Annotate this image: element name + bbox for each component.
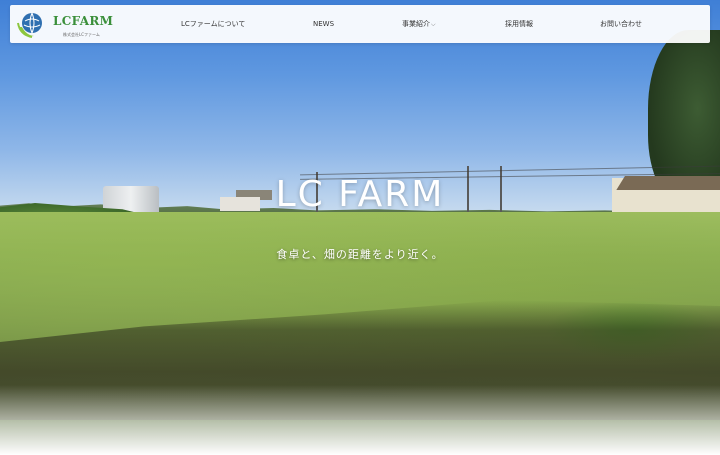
chevron-down-icon: ⌵: [431, 21, 436, 28]
nav-item-news[interactable]: NEWS: [313, 5, 334, 43]
nav-label: NEWS: [313, 20, 335, 28]
nav-item-contact[interactable]: お問い合わせ: [600, 5, 642, 43]
nav-label: 事業紹介: [402, 20, 430, 28]
nav-label: LCファームについて: [181, 20, 246, 28]
bottom-fade: [0, 385, 720, 455]
logo-wordmark: LCFARM: [53, 14, 114, 28]
hero-section: LC FARM 食卓と、畑の距離をより近く。: [0, 0, 720, 455]
nav-item-recruit[interactable]: 採用情報: [505, 5, 533, 43]
nav-item-about[interactable]: LCファームについて: [181, 5, 245, 43]
nav-label: 採用情報: [505, 20, 533, 28]
site-header: LCFARM 株式会社LCファーム LCファームについて NEWS 事業紹介⌵ …: [10, 5, 710, 43]
site-logo[interactable]: LCFARM 株式会社LCファーム: [16, 9, 126, 39]
hero-title: LC FARM: [275, 174, 445, 215]
nav-label: お問い合わせ: [600, 20, 642, 28]
logo-globe-icon: [17, 12, 42, 38]
hero-subtitle: 食卓と、畑の距離をより近く。: [276, 248, 444, 261]
logo-tagline: 株式会社LCファーム: [63, 32, 100, 37]
nav-item-services[interactable]: 事業紹介⌵: [402, 5, 436, 43]
